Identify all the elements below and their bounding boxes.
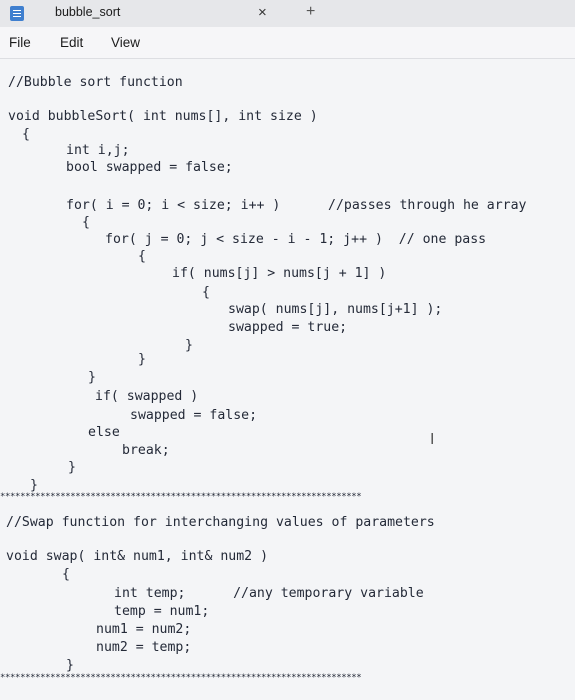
code-line: else	[88, 425, 120, 440]
code-line: {	[22, 127, 30, 142]
text-editor[interactable]: //Bubble sort function void bubbleSort( …	[0, 59, 575, 700]
code-line: for( j = 0; j < size - i - 1; j++ ) // o…	[105, 232, 487, 247]
code-line: }	[66, 658, 74, 673]
code-line: bool swapped = false;	[66, 160, 233, 175]
code-line: swapped = true;	[228, 320, 348, 335]
code-line: {	[82, 215, 90, 230]
code-line: if( swapped )	[95, 389, 199, 404]
code-line: int i,j;	[66, 143, 130, 158]
code-line: swapped = false;	[130, 408, 258, 423]
code-line: num1 = num2;	[96, 622, 192, 637]
code-line: }	[68, 460, 76, 475]
code-line: num2 = temp;	[96, 640, 192, 655]
code-line: break;	[122, 443, 170, 458]
new-tab-icon[interactable]: +	[306, 3, 315, 21]
menu-bar: File Edit View	[0, 27, 575, 59]
code-line: void swap( int& num1, int& num2 )	[6, 549, 269, 564]
separator-line: ****************************************…	[0, 492, 362, 502]
code-line: }	[88, 370, 96, 385]
tab-title[interactable]: bubble_sort	[55, 5, 120, 19]
code-line: swap( nums[j], nums[j+1] );	[228, 302, 443, 317]
notepad-icon	[10, 6, 24, 21]
code-line: for( i = 0; i < size; i++ ) //passes thr…	[66, 198, 527, 213]
code-line: }	[138, 352, 146, 367]
code-line: if( nums[j] > nums[j + 1] )	[172, 266, 387, 281]
code-line: //Bubble sort function	[8, 75, 183, 90]
code-line: temp = num1;	[114, 604, 210, 619]
close-tab-icon[interactable]: ×	[258, 4, 267, 21]
code-line: }	[185, 338, 193, 353]
menu-file[interactable]: File	[9, 35, 31, 50]
code-line: {	[138, 249, 146, 264]
code-line: void bubbleSort( int nums[], int size )	[8, 109, 318, 124]
separator-line: ****************************************…	[0, 673, 362, 683]
text-cursor-icon: I	[430, 431, 435, 448]
code-line: int temp; //any temporary variable	[114, 586, 424, 601]
menu-view[interactable]: View	[111, 35, 140, 50]
code-line: {	[202, 285, 210, 300]
code-line: }	[30, 478, 38, 493]
code-line: {	[62, 567, 70, 582]
menu-edit[interactable]: Edit	[60, 35, 83, 50]
code-line: //Swap function for interchanging values…	[6, 515, 435, 530]
title-bar: bubble_sort × +	[0, 0, 575, 27]
